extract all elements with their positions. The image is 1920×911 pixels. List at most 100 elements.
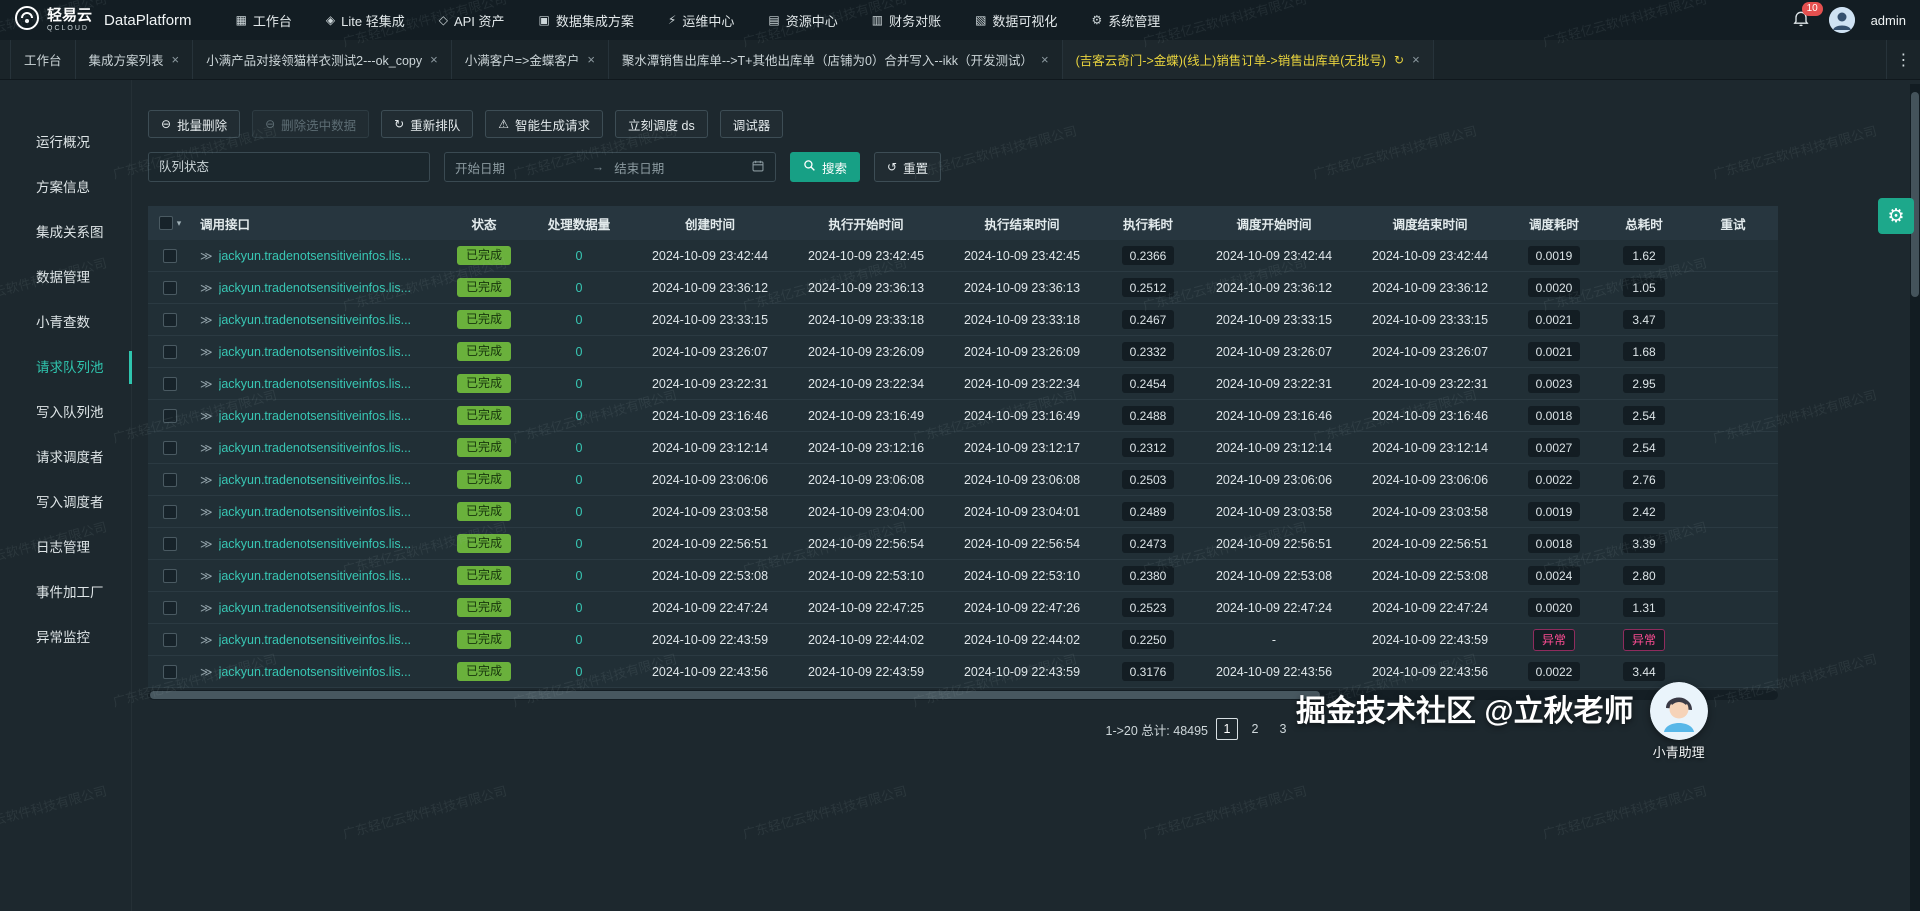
sidebar-item[interactable]: 异常监控 (0, 615, 131, 660)
table-row[interactable]: ≫ jackyun.tradenotsensitiveinfos.lis... 已完… (148, 464, 1778, 496)
column-header[interactable]: 调用接口 (192, 206, 442, 240)
toolbar-button[interactable]: 立刻调度 ds (615, 110, 708, 138)
tab[interactable]: 工作台 (11, 40, 76, 79)
select-all-checkbox[interactable] (158, 216, 173, 230)
row-checkbox[interactable] (163, 536, 177, 551)
column-header[interactable]: 创建时间 (632, 206, 788, 240)
table-row[interactable]: ≫ jackyun.tradenotsensitiveinfos.lis... 已完… (148, 304, 1778, 336)
row-checkbox[interactable] (163, 440, 177, 455)
tab[interactable]: (吉客云奇门->金蝶)(线上)销售订单->销售出库单(无批号) ↻ × (1063, 40, 1434, 79)
row-checkbox[interactable] (163, 312, 177, 327)
column-header[interactable]: 执行开始时间 (788, 206, 944, 240)
api-link[interactable]: jackyun.tradenotsensitiveinfos.lis... (219, 601, 411, 615)
column-header[interactable]: 重试 (1688, 206, 1778, 240)
page-button[interactable]: 3 (1272, 718, 1294, 740)
nav-item[interactable]: ◈ Lite 轻集成 (326, 11, 405, 30)
sidebar-item[interactable]: 写入调度者 (0, 480, 131, 525)
column-header[interactable]: 调度开始时间 (1196, 206, 1352, 240)
nav-item[interactable]: ▥ 财务对账 (872, 11, 941, 30)
vertical-scrollbar-thumb[interactable] (1911, 92, 1919, 297)
tab-more-button[interactable]: ⋮ (1886, 40, 1920, 79)
toolbar-button[interactable]: ↻ 重新排队 (381, 110, 474, 138)
toolbar-button[interactable]: ⚠ 智能生成请求 (485, 110, 604, 138)
api-link[interactable]: jackyun.tradenotsensitiveinfos.lis... (219, 473, 411, 487)
api-link[interactable]: jackyun.tradenotsensitiveinfos.lis... (219, 313, 411, 327)
refresh-icon[interactable]: ↻ (1394, 53, 1404, 67)
toolbar-button[interactable]: ⊖ 批量删除 (148, 110, 241, 138)
reset-button[interactable]: ↺ 重置 (874, 152, 942, 182)
sidebar-item[interactable]: 小青查数 (0, 300, 131, 345)
page-button[interactable]: 1 (1216, 718, 1238, 740)
nav-item[interactable]: ⚡ 运维中心 (668, 11, 734, 30)
toolbar-button[interactable]: ⊖ 删除选中数据 (252, 110, 370, 138)
close-icon[interactable]: × (1041, 52, 1049, 67)
nav-item[interactable]: ▣ 数据集成方案 (539, 11, 634, 30)
table-row[interactable]: ≫ jackyun.tradenotsensitiveinfos.lis... 已完… (148, 272, 1778, 304)
sidebar-item[interactable]: 日志管理 (0, 525, 131, 570)
sidebar-item[interactable]: 事件加工厂 (0, 570, 131, 615)
api-link[interactable]: jackyun.tradenotsensitiveinfos.lis... (219, 537, 411, 551)
nav-item[interactable]: ⚙ 系统管理 (1091, 11, 1160, 30)
close-icon[interactable]: × (587, 52, 595, 67)
tab[interactable]: 小满产品对接领猫样衣测试2---ok_copy × (193, 40, 452, 79)
table-row[interactable]: ≫ jackyun.tradenotsensitiveinfos.lis... 已完… (148, 432, 1778, 464)
sidebar-item[interactable]: 写入队列池 (0, 390, 131, 435)
tab[interactable]: 集成方案列表 × (76, 40, 194, 79)
row-checkbox[interactable] (163, 248, 177, 263)
table-row[interactable]: ≫ jackyun.tradenotsensitiveinfos.lis... 已完… (148, 624, 1778, 656)
api-link[interactable]: jackyun.tradenotsensitiveinfos.lis... (219, 633, 411, 647)
row-checkbox[interactable] (163, 376, 177, 391)
close-icon[interactable]: × (1412, 52, 1420, 67)
sidebar-item[interactable]: 请求调度者 (0, 435, 131, 480)
api-link[interactable]: jackyun.tradenotsensitiveinfos.lis... (219, 249, 411, 263)
row-checkbox[interactable] (163, 408, 177, 423)
sidebar-item[interactable]: 运行概况 (0, 120, 131, 165)
close-icon[interactable]: × (172, 52, 180, 67)
tab[interactable]: 小满客户=>金蝶客户 × (452, 40, 609, 79)
row-checkbox[interactable] (163, 600, 177, 615)
table-row[interactable]: ≫ jackyun.tradenotsensitiveinfos.lis... 已完… (148, 592, 1778, 624)
column-header[interactable]: 执行耗时 (1100, 206, 1196, 240)
api-link[interactable]: jackyun.tradenotsensitiveinfos.lis... (219, 409, 411, 423)
select-all[interactable]: ▾ (148, 206, 192, 240)
api-link[interactable]: jackyun.tradenotsensitiveinfos.lis... (219, 377, 411, 391)
date-range-picker[interactable]: 开始日期 → 结束日期 (444, 152, 776, 182)
table-row[interactable]: ≫ jackyun.tradenotsensitiveinfos.lis... 已完… (148, 368, 1778, 400)
table-row[interactable]: ≫ jackyun.tradenotsensitiveinfos.lis... 已完… (148, 528, 1778, 560)
horizontal-scrollbar-thumb[interactable] (150, 691, 1320, 699)
table-row[interactable]: ≫ jackyun.tradenotsensitiveinfos.lis... 已完… (148, 336, 1778, 368)
row-checkbox[interactable] (163, 280, 177, 295)
sidebar-item[interactable]: 数据管理 (0, 255, 131, 300)
search-button[interactable]: 搜索 (790, 152, 861, 182)
sidebar-item[interactable]: 集成关系图 (0, 210, 131, 255)
row-checkbox[interactable] (163, 504, 177, 519)
notification-bell[interactable]: 10 (1791, 2, 1823, 31)
page-button[interactable]: 2 (1244, 718, 1266, 740)
row-checkbox[interactable] (163, 344, 177, 359)
column-header[interactable]: 调度耗时 (1508, 206, 1600, 240)
column-header[interactable]: 处理数据量 (526, 206, 632, 240)
table-row[interactable]: ≫ jackyun.tradenotsensitiveinfos.lis... 已完… (148, 240, 1778, 272)
nav-item[interactable]: ◇ API 资产 (439, 11, 505, 30)
nav-item[interactable]: ▦ 工作台 (236, 11, 292, 30)
table-row[interactable]: ≫ jackyun.tradenotsensitiveinfos.lis... 已完… (148, 496, 1778, 528)
row-checkbox[interactable] (163, 664, 177, 679)
api-link[interactable]: jackyun.tradenotsensitiveinfos.lis... (219, 345, 411, 359)
column-header[interactable]: 调度结束时间 (1352, 206, 1508, 240)
column-header[interactable]: 状态 (442, 206, 526, 240)
sidebar-item[interactable]: 方案信息 (0, 165, 131, 210)
api-link[interactable]: jackyun.tradenotsensitiveinfos.lis... (219, 441, 411, 455)
row-checkbox[interactable] (163, 632, 177, 647)
close-icon[interactable]: × (430, 52, 438, 67)
user-avatar[interactable] (1828, 7, 1855, 33)
nav-item[interactable]: ▧ 数据可视化 (975, 11, 1057, 30)
api-link[interactable]: jackyun.tradenotsensitiveinfos.lis... (219, 665, 411, 679)
row-checkbox[interactable] (163, 568, 177, 583)
nav-item[interactable]: ▤ 资源中心 (768, 11, 837, 30)
api-link[interactable]: jackyun.tradenotsensitiveinfos.lis... (219, 569, 411, 583)
sidebar-item[interactable]: 请求队列池 (0, 345, 132, 390)
api-link[interactable]: jackyun.tradenotsensitiveinfos.lis... (219, 281, 411, 295)
app-logo[interactable]: 轻易云 QCLOUD (14, 5, 92, 36)
column-settings-button[interactable]: ⚙ (1878, 198, 1914, 234)
tab[interactable]: 聚水潭销售出库单-->T+其他出库单（店铺为0）合并写入--ikk（开发测试） × (609, 40, 1063, 79)
